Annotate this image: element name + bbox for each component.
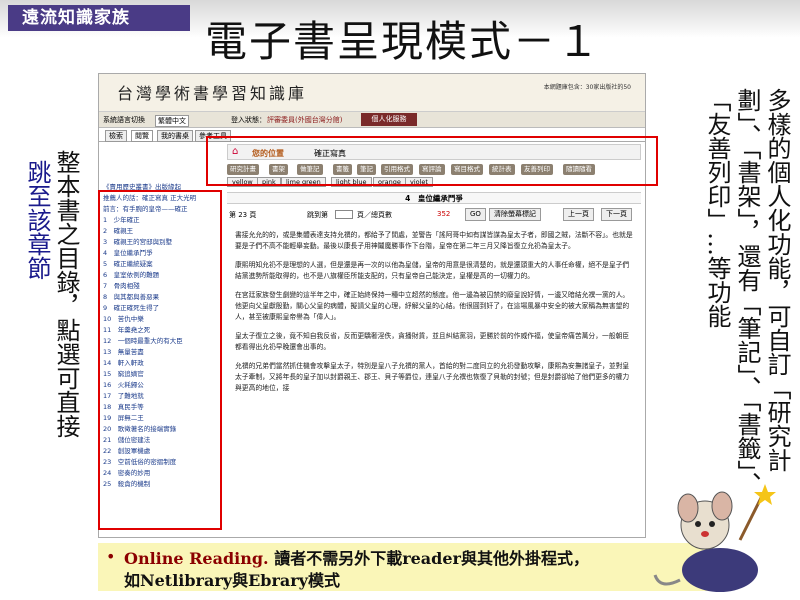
jump-label: 跳到第 [307,211,328,219]
tab-read[interactable]: 閱覽 [131,130,153,142]
book-paragraph: 皇太子復立之後，竟不知自我反省，反而更驕奢淫佚，貪播財貨，並且糾結黨羽，更勝於前… [235,332,630,351]
pager: 第 23 頁 跳到第 頁／總頁數 352 GO 清除螢幕標記 上一頁 下一頁 [227,208,641,222]
note-line-1-rest: 讀者不需另外下載reader與其他外掛程式， [274,549,589,568]
book-paragraph: 康熙明知允礽不是理想的人選，但是還是再一次的以他為皇儲，皇帝的用意是很清楚的，就… [235,261,630,280]
app-logo: 台灣學術書學習知識庫 [117,84,308,103]
tab-desk[interactable]: 我的書桌 [157,130,193,142]
language-label: 系統語言切換 [103,116,145,124]
nav-row: 系統語言切換 繁體中文 登入狀態： 評審委員(外國台灣分館) 個人化服務 [99,112,645,128]
left-caption-1: 整本書之目錄，點選可直接 [52,150,80,438]
highlight-box-tools [206,136,658,186]
left-caption-2: 跳至該章節 [23,160,51,280]
go-button[interactable]: GO [465,208,486,221]
chapter-title: 4 皇位繼承鬥爭 [227,192,641,204]
book-text: 書接允允的的，或是集體表達支持允禩的，都給予了閒處，並警告「謠阿哥中如有謀皆謀為… [227,222,641,394]
note-highlight: Online Reading. [124,549,269,568]
top-right-info: 本網題庫包含：30家出版社的50 [543,84,631,91]
reading-pane: ⌂ 您的位置 確正寫真 研究計畫 書架 做筆記 書籤 筆記 引用格式 寫評論 寫… [227,142,641,537]
highlight-box-toc [98,190,222,530]
next-page-button[interactable]: 下一頁 [601,208,632,221]
right-caption: 多樣的個人化功能，可自訂「研究計劃」、「書架」，還有「筆記」、「書籤」、「友善列… [702,88,792,508]
total-label: 頁／總頁數 [357,211,392,219]
brand-logo: 遠流知識家族 [8,5,190,31]
login-label: 登入狀態： [231,116,266,124]
book-paragraph: 書接允允的的，或是集體表達支持允禩的，都給予了閒處，並警告「謠阿哥中如有謀皆謀為… [235,231,633,250]
personal-service-button[interactable]: 個人化服務 [361,113,417,126]
prev-page-button[interactable]: 上一頁 [563,208,594,221]
app-header: 台灣學術書學習知識庫 本網題庫包含：30家出版社的50 [99,74,645,112]
right-caption-text: 多樣的個人化功能，可自訂「研究計劃」、「書架」，還有「筆記」、「書籤」、「友善列… [703,88,791,496]
book-paragraph: 允禩的兄弟們當然抓住機會攻擊皇太子，特別是皇八子允禩的黨人，首給的對二度同立的允… [235,362,630,392]
clear-marks-button[interactable]: 清除螢幕標記 [489,208,541,221]
page-input[interactable] [335,210,353,219]
mascot-illustration [653,484,776,592]
note-bullet: • [106,547,116,566]
tab-search[interactable]: 檢索 [105,130,127,142]
login-user[interactable]: 評審委員(外國台灣分館) [267,115,342,125]
bottom-note: • Online Reading. 讀者不需另外下載reader與其他外掛程式，… [98,543,710,591]
language-select[interactable]: 繁體中文 [155,115,189,127]
slide-title: 電子書呈現模式－１ [205,17,602,66]
note-line-1: Online Reading. 讀者不需另外下載reader與其他外掛程式， [124,545,589,569]
page-info: 第 23 頁 [229,211,257,219]
note-line-2: 如Netlibrary與Ebrary模式 [124,571,340,590]
total-pages: 352 [437,210,451,218]
book-paragraph: 在宮廷家族發生劇變的這半年之中，確正始終保持一種中立超然的態度。他一邊為被囚禁的… [235,291,630,321]
